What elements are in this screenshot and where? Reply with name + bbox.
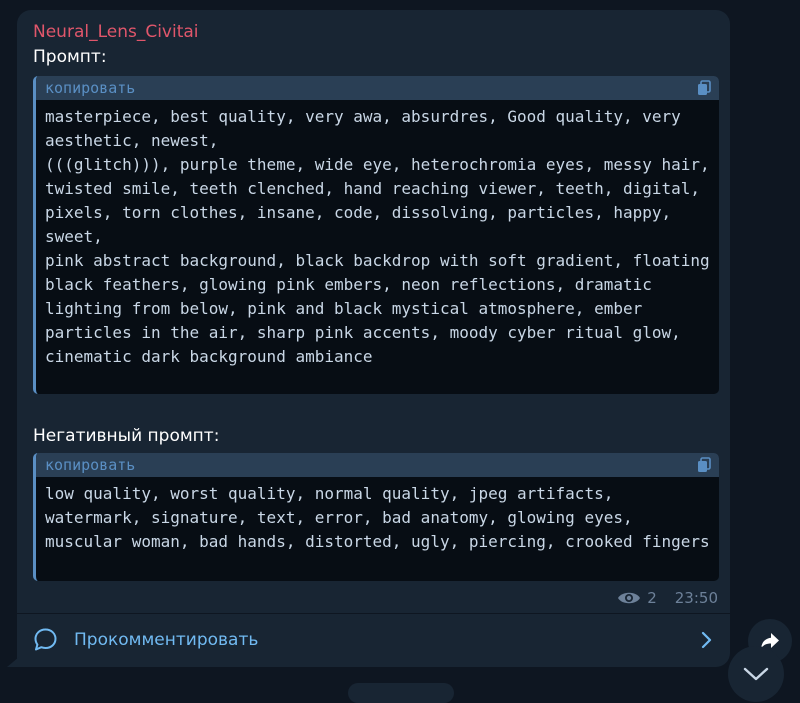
- prompt-text: masterpiece, best quality, very awa, abs…: [45, 107, 710, 366]
- eye-icon: [618, 592, 641, 604]
- negative-prompt-code-block: копировать low quality, worst quality, n…: [33, 453, 719, 581]
- prompt-label: Промпт:: [33, 47, 107, 67]
- message-time: 23:50: [674, 589, 718, 607]
- prompt-code-block: копировать masterpiece, best quality, ve…: [33, 76, 719, 394]
- comment-label: Прокомментировать: [74, 630, 259, 650]
- copy-icon[interactable]: [697, 80, 711, 96]
- comment-bubble-icon: [34, 628, 57, 651]
- code-block-header: копировать: [36, 453, 719, 477]
- date-pill: [348, 683, 454, 703]
- view-count: 2: [647, 589, 657, 607]
- chevron-right-icon: [701, 631, 712, 649]
- scroll-down-button[interactable]: [728, 646, 784, 702]
- channel-name[interactable]: Neural_Lens_Civitai: [33, 22, 199, 42]
- copy-negative-button[interactable]: копировать: [45, 456, 135, 474]
- copy-prompt-button[interactable]: копировать: [45, 79, 135, 97]
- message-bubble: Neural_Lens_Civitai Промпт: копировать m…: [17, 10, 730, 667]
- negative-prompt-label: Негативный промпт:: [33, 426, 220, 446]
- bubble-tail: [7, 657, 19, 667]
- message-meta: 2 23:50: [617, 589, 718, 607]
- comment-button[interactable]: Прокомментировать: [17, 614, 730, 667]
- copy-icon[interactable]: [697, 457, 711, 473]
- code-block-header: копировать: [36, 76, 719, 100]
- negative-prompt-text: low quality, worst quality, normal quali…: [45, 484, 710, 551]
- chevron-down-icon: [743, 667, 769, 681]
